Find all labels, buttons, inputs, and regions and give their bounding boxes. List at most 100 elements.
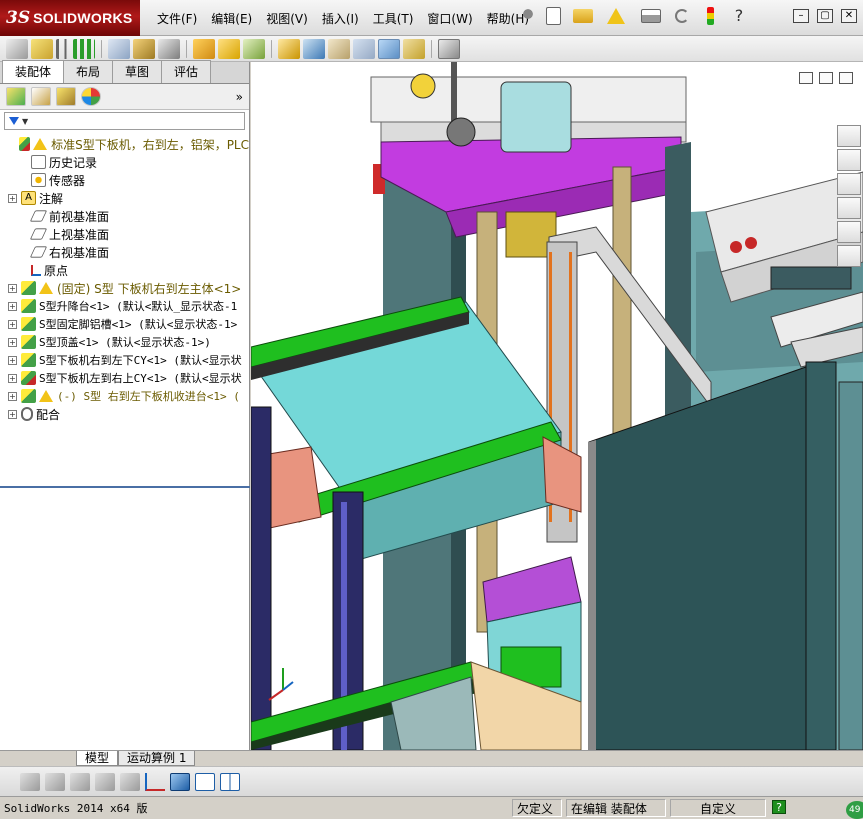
tree-item-component[interactable]: + S型顶盖<1> (默认<显示状态-1>) [0, 333, 249, 351]
tab-assembly[interactable]: 装配体 [2, 60, 65, 83]
rebuild-warning-icon[interactable] [607, 8, 625, 24]
graphics-viewport[interactable] [251, 62, 863, 750]
filter-dropdown-icon[interactable]: ▼ [22, 117, 28, 126]
viewport-close-icon[interactable] [839, 72, 853, 84]
menu-file[interactable]: 文件(F) [150, 10, 204, 27]
expand-icon[interactable]: + [8, 355, 17, 365]
tree-item-mates[interactable]: + 配合 [0, 405, 249, 423]
tree-item-right-plane[interactable]: 右视基准面 [0, 243, 249, 261]
notification-badge[interactable]: 49 [846, 801, 863, 819]
tab-layout[interactable]: 布局 [63, 60, 114, 83]
bill-of-materials-icon[interactable] [278, 38, 300, 59]
insert-component-icon[interactable] [6, 38, 28, 59]
reference-geometry-icon[interactable] [218, 38, 240, 59]
minimize-icon[interactable]: – [793, 9, 809, 23]
menu-window[interactable]: 窗口(W) [420, 10, 479, 27]
expand-icon[interactable]: + [8, 409, 17, 419]
tree-item-label: (固定) S型 下板机右到左主体<1> [57, 281, 242, 296]
apply-scene-icon[interactable] [70, 772, 90, 791]
tree-item-front-plane[interactable]: 前视基准面 [0, 207, 249, 225]
configuration-manager-icon[interactable] [56, 87, 76, 106]
expand-icon[interactable]: + [8, 283, 17, 293]
axes-icon[interactable] [145, 772, 165, 791]
tree-item-origin[interactable]: 原点 [0, 261, 249, 279]
view-settings-icon[interactable] [95, 772, 115, 791]
menu-tools[interactable]: 工具(T) [366, 10, 421, 27]
tree-item-component[interactable]: + S型固定脚铝槽<1> (默认<显示状态-1> [0, 315, 249, 333]
feature-manager-toolbar: » [0, 84, 249, 110]
viewport-split-icon[interactable] [220, 772, 240, 791]
expand-icon[interactable]: + [8, 319, 17, 329]
tree-item-annotations[interactable]: + A 注解 [0, 189, 249, 207]
tree-item-history[interactable]: 历史记录 [0, 153, 249, 171]
appearances-icon[interactable] [837, 221, 861, 243]
expand-icon[interactable]: + [8, 391, 17, 401]
solidworks-resources-icon[interactable] [837, 125, 861, 147]
custom-properties-icon[interactable] [837, 245, 861, 267]
tree-filter-input[interactable]: ▼ [4, 112, 245, 130]
expand-icon[interactable]: + [8, 337, 17, 347]
open-folder-icon[interactable] [573, 9, 593, 23]
hole-alignment-icon[interactable] [403, 38, 425, 59]
solidworks-logo[interactable]: 3S SOLIDWORKS [0, 0, 140, 36]
viewport-restore-icon[interactable] [819, 72, 833, 84]
smart-fasteners-icon[interactable] [108, 38, 130, 59]
tree-root-assembly[interactable]: 标准S型下板机，右到左，铝架，PLC [0, 135, 249, 153]
tree-item-component[interactable]: + (固定) S型 下板机右到左主体<1> [0, 279, 249, 297]
print-icon[interactable] [641, 9, 661, 23]
show-hidden-icon[interactable] [158, 38, 180, 59]
undo-icon[interactable] [675, 9, 689, 23]
display-style-icon[interactable] [170, 772, 190, 791]
view-palette-icon[interactable] [837, 197, 861, 219]
expand-icon[interactable]: + [8, 301, 17, 311]
tree-item-label: S型固定脚铝槽<1> (默认<显示状态-1> [39, 318, 238, 331]
close-icon[interactable]: ✕ [841, 9, 857, 23]
menu-edit[interactable]: 编辑(E) [204, 10, 259, 27]
help-question-icon[interactable]: ? [732, 7, 746, 25]
tree-item-component[interactable]: + S型下板机左到右上CY<1> (默认<显示状 [0, 369, 249, 387]
tree-item-component[interactable]: + S型升降台<1> (默认<默认_显示状态-1 [0, 297, 249, 315]
property-manager-icon[interactable] [31, 87, 51, 106]
view-orientation-icon[interactable] [195, 772, 215, 791]
assembly-features-icon[interactable] [193, 38, 215, 59]
linear-pattern-icon[interactable] [73, 38, 95, 59]
tree-item-component[interactable]: + S型下板机右到左下CY<1> (默认<显示状 [0, 351, 249, 369]
pin-icon[interactable] [518, 6, 538, 26]
interference-detection-icon[interactable] [353, 38, 375, 59]
traffic-light-icon[interactable] [707, 7, 714, 25]
new-part-icon[interactable] [31, 38, 53, 59]
feature-tree-icon[interactable] [6, 87, 26, 106]
new-document-icon[interactable] [546, 7, 561, 25]
help-icon[interactable]: ? [772, 800, 786, 814]
display-manager-icon[interactable] [81, 87, 101, 106]
tree-item-top-plane[interactable]: 上视基准面 [0, 225, 249, 243]
tab-motion-study[interactable]: 运动算例 1 [118, 751, 196, 766]
mate-icon[interactable] [56, 38, 70, 59]
section-view-icon[interactable] [120, 772, 140, 791]
viewport-minimize-icon[interactable] [799, 72, 813, 84]
exploded-view-icon[interactable] [303, 38, 325, 59]
clearance-verification-icon[interactable] [378, 38, 400, 59]
expand-icon[interactable]: + [8, 373, 17, 383]
file-explorer-icon[interactable] [837, 173, 861, 195]
menu-view[interactable]: 视图(V) [259, 10, 315, 27]
more-panels-chevron-icon[interactable]: » [236, 90, 243, 104]
restore-icon[interactable]: ▢ [817, 9, 833, 23]
design-library-icon[interactable] [837, 149, 861, 171]
hide-show-items-icon[interactable] [20, 772, 40, 791]
new-motion-study-icon[interactable] [243, 38, 265, 59]
filter-icon[interactable] [9, 117, 19, 125]
move-component-icon[interactable] [133, 38, 155, 59]
expand-icon[interactable]: + [8, 193, 17, 203]
edit-appearance-icon[interactable] [45, 772, 65, 791]
menu-insert[interactable]: 插入(I) [315, 10, 366, 27]
tab-model[interactable]: 模型 [76, 751, 119, 766]
panel-splitter[interactable] [0, 486, 250, 488]
explode-line-sketch-icon[interactable] [328, 38, 350, 59]
tab-sketch[interactable]: 草图 [112, 60, 163, 83]
tree-item-component[interactable]: + (-) S型 右到左下板机收进台<1> ( [0, 387, 249, 405]
tab-evaluate[interactable]: 评估 [161, 60, 212, 83]
status-units[interactable]: 自定义 [670, 799, 766, 817]
instant3d-icon[interactable] [438, 38, 460, 59]
tree-item-sensors[interactable]: 传感器 [0, 171, 249, 189]
